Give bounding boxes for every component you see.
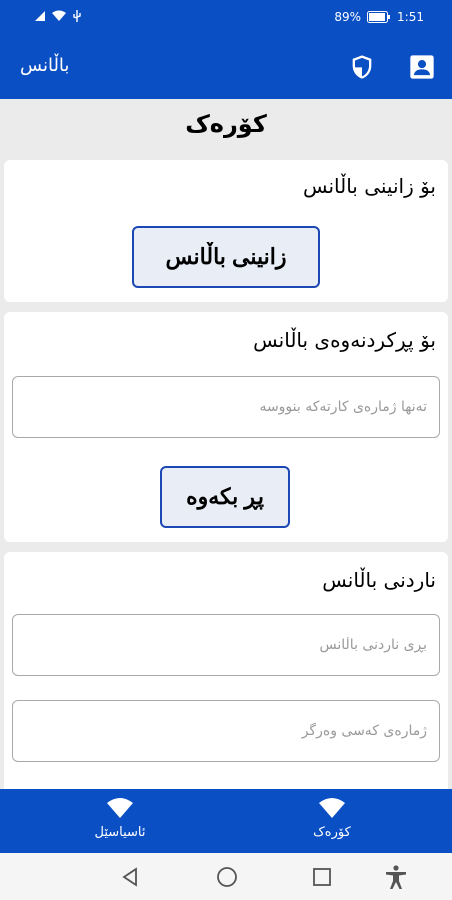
card-number-input[interactable] (12, 376, 440, 438)
home-icon[interactable] (213, 863, 241, 891)
recharge-card: بۆ پڕکردنەوەی باڵانس پڕ بکەوە (4, 312, 448, 542)
bottom-nav: ئاسیاسێل کۆرەک (0, 789, 452, 853)
usb-icon (73, 10, 81, 22)
recharge-button[interactable]: پڕ بکەوە (160, 466, 290, 528)
nav-label-korek: کۆرەک (313, 825, 351, 840)
account-box-icon[interactable] (408, 53, 436, 81)
shield-icon[interactable] (348, 53, 376, 81)
nav-item-korek[interactable]: کۆرەک (272, 797, 392, 840)
check-balance-title: بۆ زانینی باڵانس (302, 174, 436, 198)
battery-percent: 89% (334, 10, 362, 24)
wifi-icon (319, 798, 345, 818)
send-balance-title: ناردنی باڵانس (322, 568, 436, 592)
send-balance-card: ناردنی باڵانس (4, 552, 448, 802)
status-bar: 89% 1:51 (0, 0, 452, 35)
app-title: باڵانس (20, 55, 70, 76)
check-balance-button[interactable]: زانینی باڵانس (132, 226, 320, 288)
nav-item-asiacell[interactable]: ئاسیاسێل (60, 797, 180, 840)
system-nav-bar (0, 853, 452, 900)
wifi-icon (107, 798, 133, 818)
app-bar: باڵانس (0, 35, 452, 99)
nav-label-asiacell: ئاسیاسێل (94, 825, 146, 840)
send-amount-input[interactable] (12, 614, 440, 676)
accessibility-icon[interactable] (382, 863, 410, 891)
status-icons-left (34, 10, 82, 22)
wifi-status-icon (52, 10, 66, 21)
battery-icon (367, 11, 391, 23)
recharge-title: بۆ پڕکردنەوەی باڵانس (253, 328, 436, 352)
recipient-number-input[interactable] (12, 700, 440, 762)
page-title: کۆرەک (185, 110, 267, 138)
recents-icon[interactable] (308, 863, 336, 891)
clock: 1:51 (397, 10, 424, 24)
check-balance-card: بۆ زانینی باڵانس زانینی باڵانس (4, 160, 448, 302)
status-icons-right: 89% 1:51 (334, 10, 424, 24)
sim-icon (35, 11, 45, 21)
back-icon[interactable] (116, 863, 144, 891)
